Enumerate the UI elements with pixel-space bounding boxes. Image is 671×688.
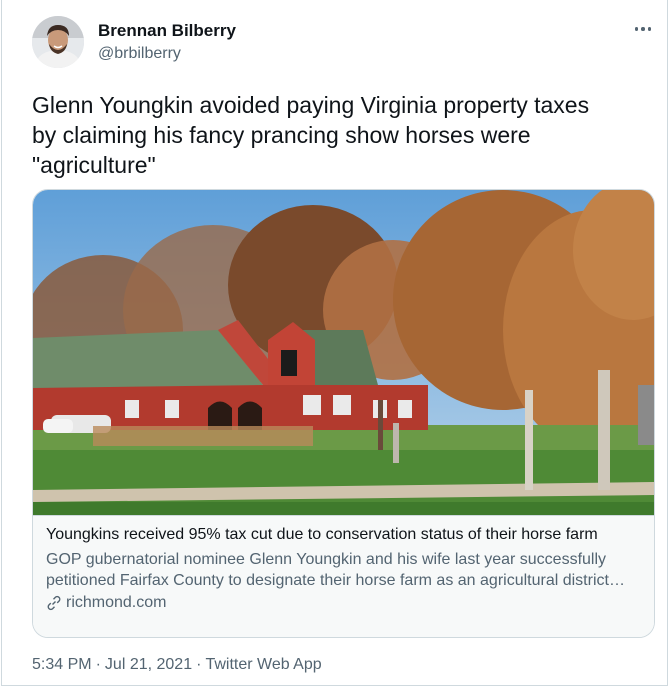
dot bbox=[647, 27, 652, 31]
dot bbox=[634, 27, 639, 31]
tweet-text: Glenn Youngkin avoided paying Virginia p… bbox=[32, 92, 590, 178]
author-name[interactable]: Brennan Bilberry bbox=[98, 21, 236, 41]
tweet-container: Brennan Bilberry @brbilberry Glenn Young… bbox=[1, 0, 668, 686]
card-title: Youngkins received 95% tax cut due to co… bbox=[46, 526, 598, 543]
card-domain-text: richmond.com bbox=[66, 594, 167, 611]
dot bbox=[641, 27, 645, 31]
tweet-date[interactable]: Jul 21, 2021 bbox=[105, 656, 192, 674]
tweet-metadata: 5:34 PM · Jul 21, 2021 · Twitter Web App bbox=[32, 656, 322, 674]
tweet-time[interactable]: 5:34 PM bbox=[32, 656, 92, 674]
separator: · bbox=[95, 656, 101, 673]
card-info: Youngkins received 95% tax cut due to co… bbox=[33, 515, 654, 637]
tweet-source[interactable]: Twitter Web App bbox=[205, 656, 321, 674]
author-handle[interactable]: @brbilberry bbox=[98, 45, 181, 63]
separator: · bbox=[196, 656, 202, 673]
more-options-icon[interactable] bbox=[630, 18, 656, 40]
link-icon bbox=[47, 595, 61, 611]
card-description: GOP gubernatorial nominee Glenn Youngkin… bbox=[46, 551, 625, 589]
avatar[interactable] bbox=[32, 16, 84, 68]
link-card[interactable]: Youngkins received 95% tax cut due to co… bbox=[32, 189, 655, 638]
avatar-photo bbox=[32, 16, 84, 68]
card-image bbox=[33, 190, 654, 515]
card-domain: richmond.com bbox=[46, 594, 166, 612]
